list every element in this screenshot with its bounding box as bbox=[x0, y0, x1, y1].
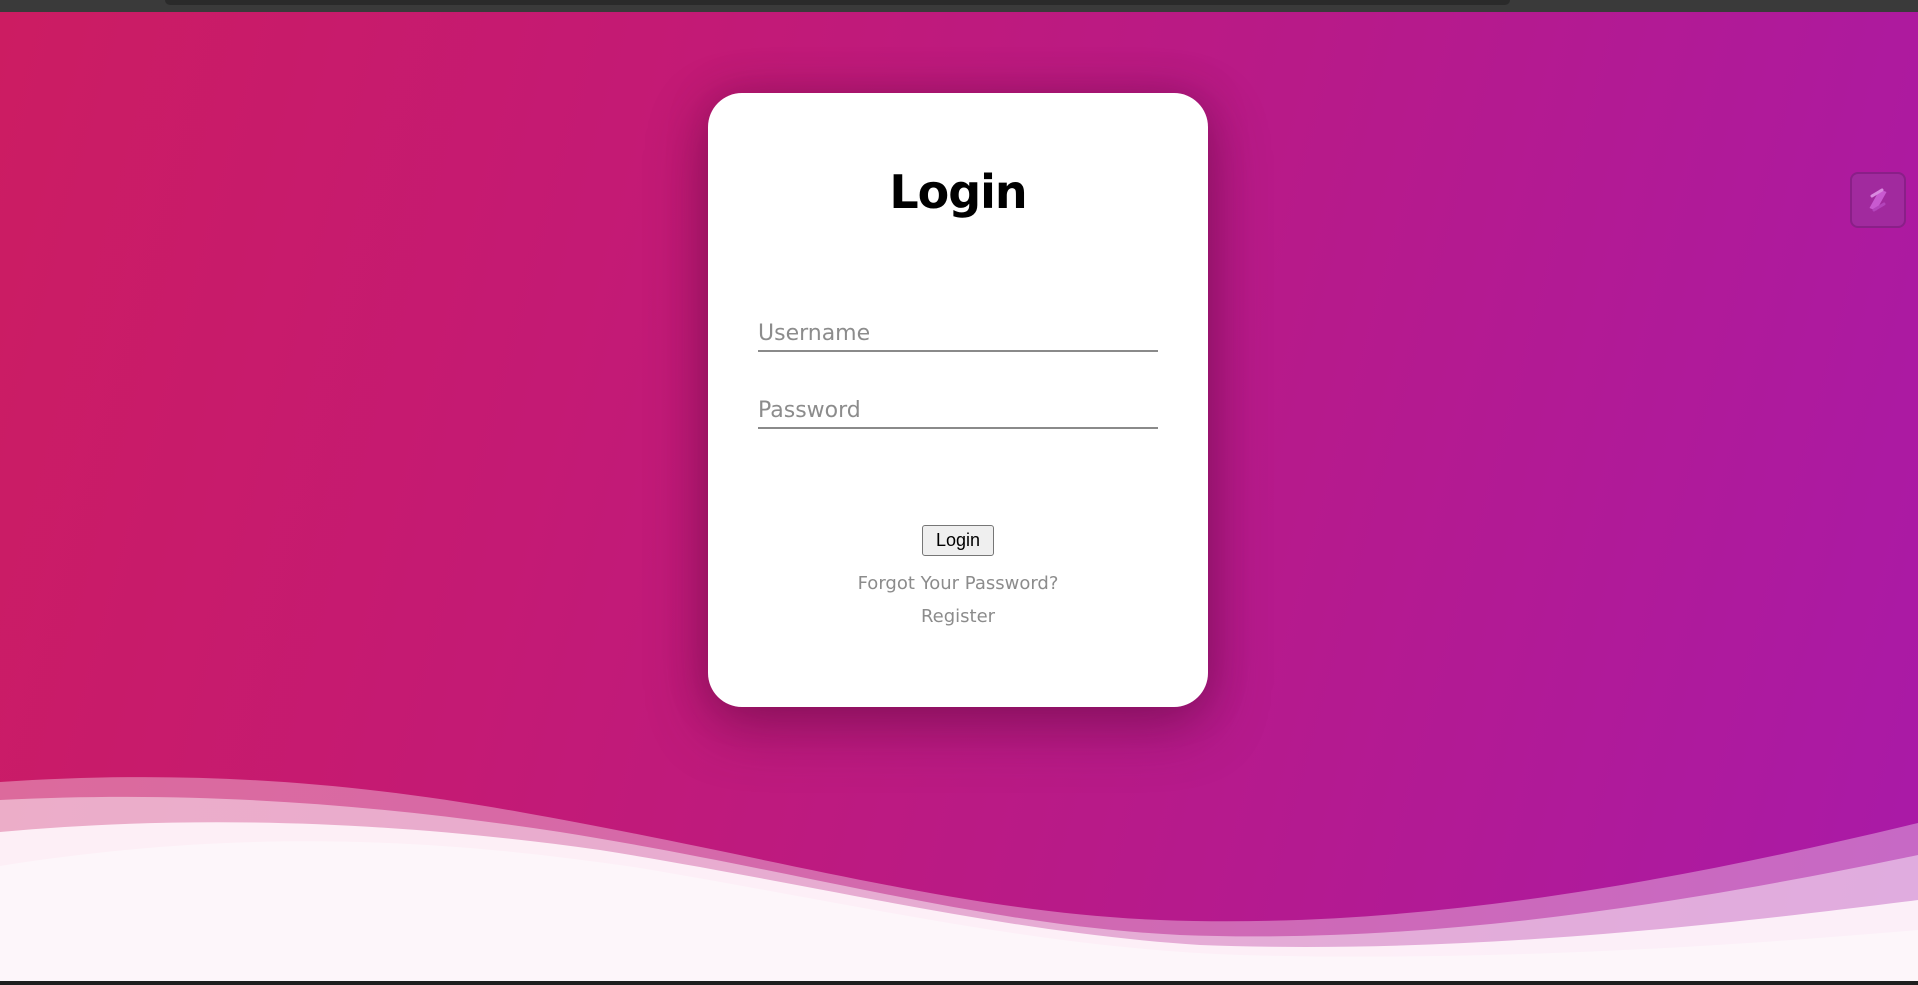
login-card: Login Login Forgot Your Password? Regist… bbox=[708, 93, 1208, 707]
slash-logo-icon bbox=[1869, 188, 1887, 212]
login-button[interactable]: Login bbox=[922, 525, 994, 556]
register-link[interactable]: Register bbox=[708, 606, 1208, 627]
bottom-edge bbox=[0, 981, 1918, 985]
username-input[interactable] bbox=[758, 316, 1158, 352]
login-page: Login Login Forgot Your Password? Regist… bbox=[0, 0, 1918, 985]
forgot-password-link[interactable]: Forgot Your Password? bbox=[708, 573, 1208, 594]
login-title: Login bbox=[889, 165, 1027, 219]
password-input[interactable] bbox=[758, 393, 1158, 429]
extension-button[interactable] bbox=[1850, 172, 1906, 228]
